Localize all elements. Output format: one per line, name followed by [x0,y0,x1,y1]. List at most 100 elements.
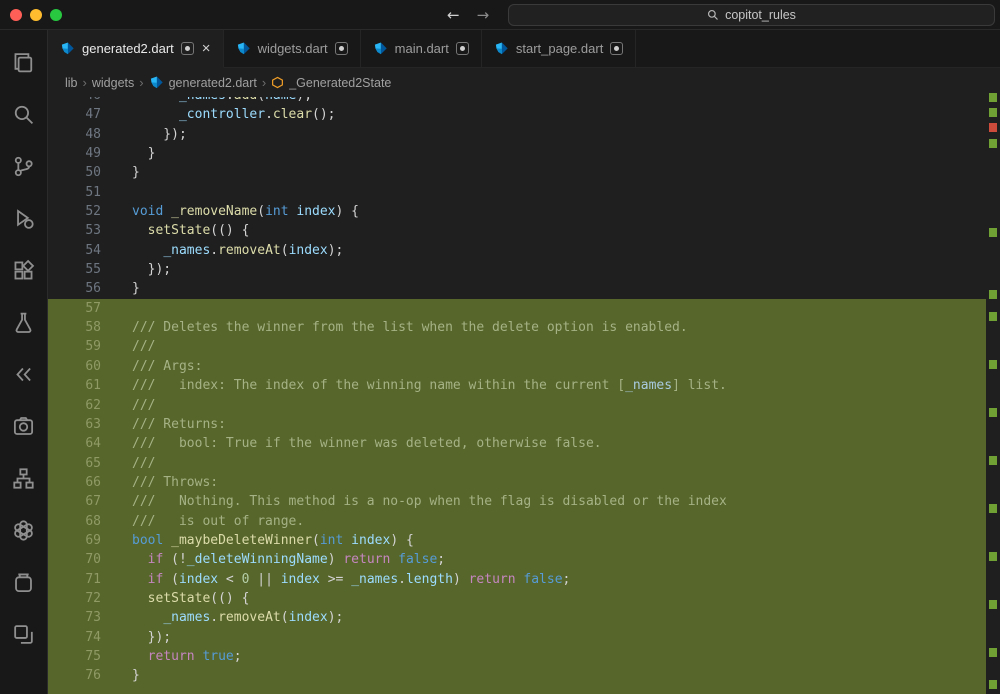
code-text[interactable]: }); [132,628,171,647]
search-text: copitot_rules [725,8,796,22]
collapse-chevrons-icon[interactable] [0,348,48,400]
line-number[interactable]: 59 [48,337,101,356]
line-number[interactable]: 70 [48,550,101,569]
code-text[interactable]: /// [132,337,155,356]
run-debug-icon[interactable] [0,192,48,244]
modified-indicator[interactable] [456,42,469,55]
code-text[interactable]: _controller.clear(); [132,105,336,124]
code-line: 48 }); [48,125,1000,144]
line-number[interactable]: 51 [48,183,101,202]
container-icon[interactable] [0,556,48,608]
command-center-search[interactable]: copitot_rules [508,4,995,26]
line-number[interactable]: 71 [48,570,101,589]
hierarchy-icon[interactable] [0,452,48,504]
line-number[interactable]: 54 [48,241,101,260]
nav-forward-icon[interactable]: → [477,6,490,24]
line-number[interactable]: 56 [48,279,101,298]
overview-ruler-mark-added [989,600,997,609]
line-number[interactable]: 46 [48,97,101,105]
testing-icon[interactable] [0,296,48,348]
line-number[interactable]: 69 [48,531,101,550]
zoom-window-button[interactable] [50,9,62,21]
tab-start_page-dart[interactable]: start_page.dart [482,30,636,67]
line-number[interactable]: 67 [48,492,101,511]
code-text[interactable]: }); [132,260,171,279]
line-number[interactable]: 62 [48,396,101,415]
explorer-icon[interactable] [0,36,48,88]
code-text[interactable]: _names.removeAt(index); [132,608,343,627]
code-text[interactable]: } [132,163,140,182]
breadcrumb-item-lib[interactable]: lib [65,76,78,90]
line-number[interactable]: 53 [48,221,101,240]
code-text[interactable]: /// Deletes the winner from the list whe… [132,318,688,337]
code-text[interactable]: setState(() { [132,221,249,240]
line-number[interactable]: 48 [48,125,101,144]
overview-ruler-mark-added [989,456,997,465]
line-number[interactable]: 64 [48,434,101,453]
tab-generated2-dart[interactable]: generated2.dart× [48,30,224,68]
remote-windows-icon[interactable] [0,608,48,660]
overview-ruler[interactable] [986,97,1000,694]
code-text[interactable]: /// Args: [132,357,202,376]
code-text[interactable]: }); [132,125,187,144]
nav-back-icon[interactable]: ← [447,6,460,24]
modified-indicator[interactable] [335,42,348,55]
breadcrumb-item-_Generated2State[interactable]: _Generated2State [271,76,391,90]
source-control-icon[interactable] [0,140,48,192]
code-text[interactable]: /// is out of range. [132,512,304,531]
line-number[interactable]: 61 [48,376,101,395]
code-text[interactable]: } [132,279,140,298]
line-number[interactable]: 68 [48,512,101,531]
code-text[interactable]: /// Throws: [132,473,218,492]
tab-widgets-dart[interactable]: widgets.dart [224,30,361,67]
code-text[interactable]: /// [132,454,155,473]
code-text[interactable]: setState(() { [132,589,249,608]
line-number[interactable]: 50 [48,163,101,182]
close-window-button[interactable] [10,9,22,21]
search-icon[interactable] [0,88,48,140]
tab-main-dart[interactable]: main.dart [361,30,482,67]
code-line: 52 void _removeName(int index) { [48,202,1000,221]
code-text[interactable]: void _removeName(int index) { [132,202,359,221]
code-text[interactable]: if (!_deleteWinningName) return false; [132,550,445,569]
line-number[interactable]: 49 [48,144,101,163]
editor[interactable]: 46 _names.add(name); 47 _controller.clear… [48,97,1000,694]
line-number[interactable]: 57 [48,299,101,318]
minimize-window-button[interactable] [30,9,42,21]
line-number[interactable]: 73 [48,608,101,627]
line-number[interactable]: 66 [48,473,101,492]
modified-indicator[interactable] [610,42,623,55]
line-number[interactable]: 58 [48,318,101,337]
modified-indicator[interactable] [181,42,194,55]
code-text[interactable]: _names.removeAt(index); [132,241,343,260]
line-number[interactable]: 47 [48,105,101,124]
code-text[interactable]: /// bool: True if the winner was deleted… [132,434,602,453]
code-text[interactable]: /// index: The index of the winning name… [132,376,727,395]
code-text[interactable]: /// Nothing. This method is a no-op when… [132,492,727,511]
code-line: 49 } [48,144,1000,163]
code-text[interactable]: bool _maybeDeleteWinner(int index) { [132,531,414,550]
screenshot-icon[interactable] [0,400,48,452]
line-number[interactable]: 65 [48,454,101,473]
line-number[interactable]: 63 [48,415,101,434]
breadcrumb-item-generated2-dart[interactable]: generated2.dart [149,75,257,90]
code-text[interactable]: if (index < 0 || index >= _names.length)… [132,570,570,589]
line-number[interactable] [48,686,101,694]
code-text[interactable]: } [132,666,140,685]
line-number[interactable]: 74 [48,628,101,647]
breadcrumb-item-widgets[interactable]: widgets [92,76,134,90]
line-number[interactable]: 60 [48,357,101,376]
code-text[interactable]: /// Returns: [132,415,226,434]
code-text[interactable]: _names.add(name); [132,97,312,105]
code-text[interactable]: } [132,144,155,163]
extensions-icon[interactable] [0,244,48,296]
ai-assistant-icon[interactable] [0,504,48,556]
line-number[interactable]: 76 [48,666,101,685]
code-text[interactable]: return true; [132,647,242,666]
line-number[interactable]: 72 [48,589,101,608]
line-number[interactable]: 55 [48,260,101,279]
code-text[interactable]: /// [132,396,155,415]
close-icon[interactable]: × [202,41,211,56]
line-number[interactable]: 52 [48,202,101,221]
line-number[interactable]: 75 [48,647,101,666]
